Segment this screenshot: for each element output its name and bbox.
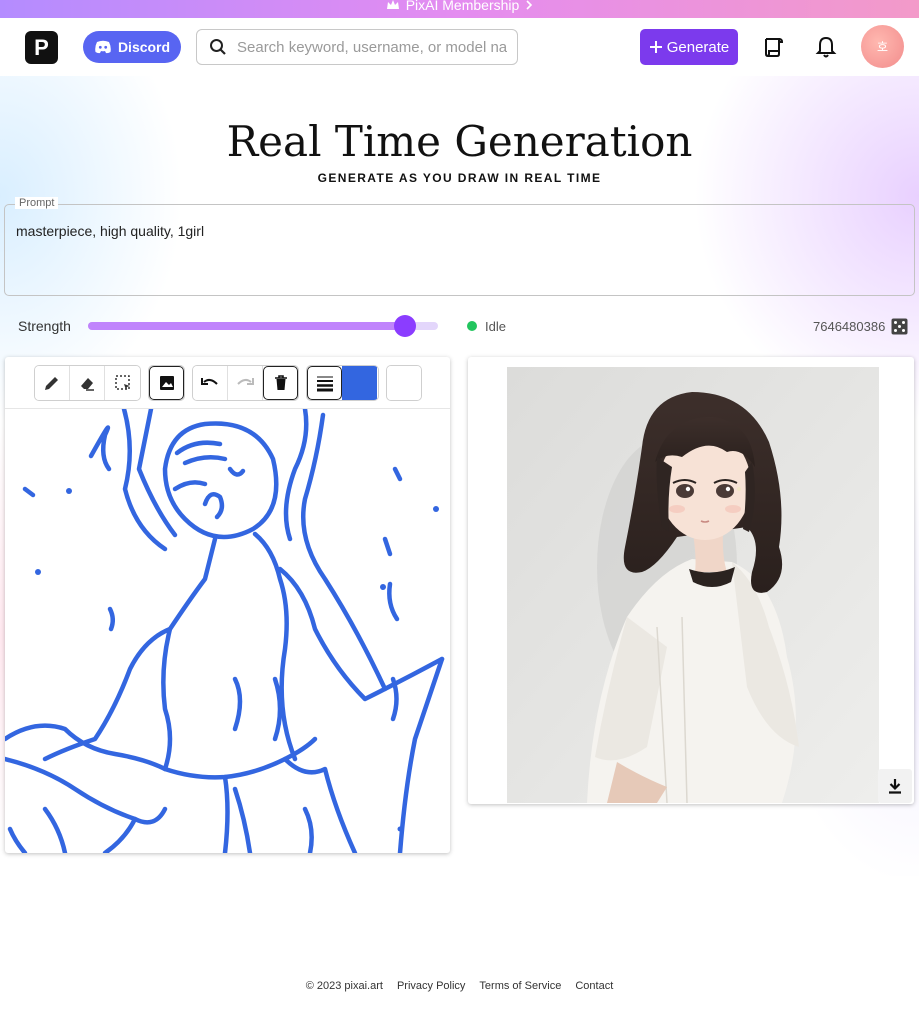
generated-result-panel [468,357,914,804]
brush-color-swatch[interactable] [342,366,377,400]
undo-button[interactable] [193,366,228,400]
tool-group-brush [306,365,379,401]
sketch-drawing[interactable] [5,409,450,853]
discord-icon [95,40,111,54]
strength-slider-thumb[interactable] [393,315,416,337]
tool-group-history [192,365,299,401]
generate-button[interactable]: Generate [640,29,738,65]
redo-icon [237,378,254,385]
pixai-logo[interactable]: P [25,31,58,64]
generated-image[interactable] [507,367,879,803]
sketch-canvas-panel [5,357,450,853]
logo-letter: P [34,34,49,60]
status-text: Idle [485,319,506,334]
tool-group-background [386,365,422,401]
eraser-icon [81,378,94,391]
discord-button[interactable]: Discord [83,31,181,63]
prompt-field[interactable]: Prompt masterpiece, high quality, 1girl [4,197,915,296]
clear-canvas-button[interactable] [263,366,298,400]
search-input[interactable] [237,38,507,56]
membership-label[interactable]: PixAI Membership [406,0,520,13]
download-icon [889,779,901,794]
seed-value: 7646480386 [813,319,886,334]
footer-link-terms[interactable]: Terms of Service [479,980,561,992]
select-button[interactable] [105,366,140,400]
membership-banner[interactable]: PixAI Membership [0,0,919,18]
prompt-label: Prompt [15,197,59,209]
user-avatar[interactable]: 호 [861,25,904,68]
stroke-width-icon [316,376,333,392]
prompt-input[interactable]: masterpiece, high quality, 1girl [16,223,204,239]
search-icon [210,39,226,55]
pencil-icon [45,377,58,390]
strength-label: Strength [18,318,71,334]
footer-copyright: © 2023 pixai.art [305,980,383,992]
tool-group-image [148,365,185,401]
canvas-toolbar [5,357,450,409]
stroke-width-button[interactable] [307,366,342,400]
undo-icon [201,378,218,385]
scroll-icon [765,38,784,57]
eraser-button[interactable] [70,366,105,400]
status-dot [467,321,477,331]
strength-slider[interactable] [88,315,438,337]
image-upload-button[interactable] [149,366,184,400]
background-color-swatch[interactable] [387,366,421,400]
generate-label: Generate [666,38,730,56]
page-title: Real Time Generation [226,117,693,166]
chevron-right-icon [526,0,533,10]
select-icon [114,375,130,390]
avatar-text: 호 [876,40,889,54]
download-button[interactable] [878,769,912,803]
pencil-button[interactable] [35,366,70,400]
plus-icon [649,41,662,53]
tool-group-draw [34,365,141,401]
notifications-button[interactable] [813,34,839,60]
tasks-button[interactable] [759,34,785,60]
bell-icon [815,36,837,58]
discord-label: Discord [117,39,171,55]
page-subtitle: GENERATE AS YOU DRAW IN REAL TIME [317,171,602,185]
crown-icon [386,0,399,9]
footer: © 2023 pixai.art Privacy Policy Terms of… [0,980,919,992]
footer-link-contact[interactable]: Contact [575,980,613,992]
trash-icon [274,375,287,390]
dice-icon[interactable] [891,318,908,335]
search-box[interactable] [196,29,518,65]
image-icon [159,376,174,390]
redo-button[interactable] [228,366,263,400]
strength-slider-fill [88,322,405,330]
footer-link-privacy[interactable]: Privacy Policy [397,980,465,992]
top-header: P Discord Generate 호 [0,18,919,76]
